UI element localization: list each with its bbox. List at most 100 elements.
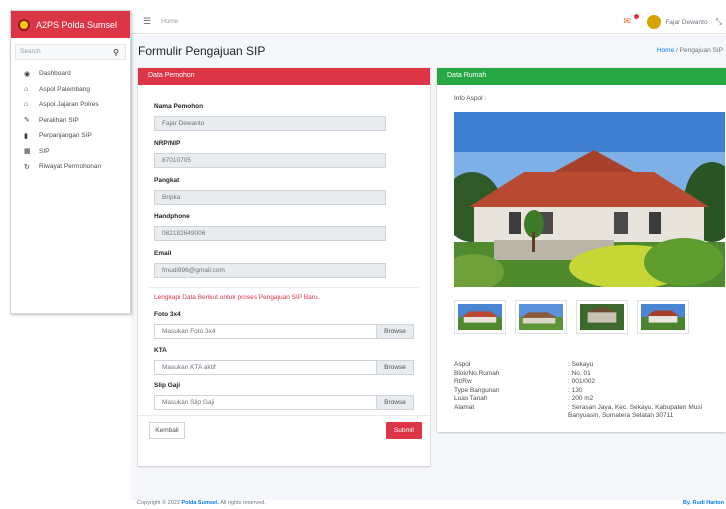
dashboard-icon: ◉ [24, 70, 31, 78]
slip-gaji-upload[interactable]: Masukan Slip Gaji Browse [154, 395, 414, 410]
card-footer-divider [138, 415, 430, 416]
submit-button[interactable]: Submit [386, 422, 422, 439]
sidebar-item-label: Perpanjangan SIP [39, 132, 92, 140]
sidebar-item-label: Aspol Palembang [39, 85, 90, 93]
label-pangkat: Pangkat [154, 177, 180, 184]
house-details: Aspol : Sekayu Blok/No.Rumah : No. 01 Rt… [454, 361, 726, 421]
sidebar-item-riwayat-permohonan[interactable]: ↻ Riwayat Permohonan [11, 159, 130, 175]
sidebar-item-label: Aspol Jajaran Polres [39, 101, 99, 109]
detail-row-blok: Blok/No.Rumah : No. 01 [454, 370, 726, 379]
copyright-prefix: Copyright © 2022 [137, 500, 182, 506]
page-title: Formulir Pengajuan SIP [138, 44, 266, 58]
police-logo-icon [18, 18, 30, 31]
fullscreen-icon[interactable]: ⤡ [716, 17, 722, 27]
thumbnail-1-image [458, 304, 502, 330]
menu-toggle-icon[interactable]: ☰ [143, 16, 151, 27]
detail-row-luas: Luas Tanah : 200 m2 [454, 395, 726, 404]
photo-thumbnails [454, 300, 698, 334]
foto-3x4-browse-button[interactable]: Browse [376, 325, 413, 338]
slip-gaji-browse-button[interactable]: Browse [376, 396, 413, 409]
home-link[interactable]: Home [161, 18, 178, 25]
divider [149, 287, 419, 288]
sidebar-item-aspol-palembang[interactable]: ⌂ Aspol Palembang [11, 82, 130, 98]
kta-input[interactable]: Masukan KTA aktif [155, 361, 376, 374]
sidebar-item-aspol-jajaran-polres[interactable]: ⌂ Aspol Jajaran Polres [11, 97, 130, 113]
detail-key: Type Bangunan [454, 386, 500, 394]
notification-dot [634, 14, 640, 19]
copyright-org-link[interactable]: Polda Sumsel. [181, 500, 219, 506]
sidebar-item-sip[interactable]: ▦ SIP [11, 144, 130, 160]
detail-row-type: Type Bangunan : 130 [454, 387, 726, 396]
detail-key: Blok/No.Rumah [454, 369, 500, 377]
label-nama-pemohon: Nama Pemohon [154, 103, 204, 110]
thumbnail-3[interactable] [576, 300, 628, 334]
data-rumah-card: Data Rumah Info Aspol : Aspol: Sekayu B… [437, 68, 726, 432]
detail-value: : Sekayu [568, 361, 594, 368]
foto-3x4-input[interactable]: Masukan Foto 3x4 [155, 325, 376, 338]
brand[interactable]: A2PS Polda Sumsel [11, 11, 130, 38]
sidebar-search[interactable]: Search ⚲ [15, 44, 126, 60]
slip-gaji-input[interactable]: Masukan Slip Gaji [155, 396, 376, 409]
avatar[interactable] [647, 15, 662, 29]
detail-row-alamat: Alamat : Serasan Jaya, Kec. Sekayu, Kabu… [454, 404, 726, 421]
data-pemohon-card: Data Pemohon Nama Pemohon Fajar Dewanto … [138, 68, 430, 466]
thumbnail-4-image [641, 304, 685, 330]
thumbnail-1[interactable] [454, 300, 506, 334]
upload-instruction: Lengkapi Data Berikut untuk proses Penga… [154, 294, 320, 301]
sidebar-item-label: Dashboard [39, 70, 71, 78]
kta-browse-button[interactable]: Browse [376, 361, 413, 374]
file-icon: ▮ [24, 132, 28, 140]
label-nrp-nip: NRP/NIP [154, 140, 181, 147]
handphone-field[interactable]: 082182649006 [154, 226, 386, 241]
sidebar: A2PS Polda Sumsel Search ⚲ ◉ Dashboard ⌂… [10, 10, 131, 314]
card-header-pemohon: Data Pemohon [138, 68, 430, 85]
search-input[interactable]: Search [16, 45, 107, 59]
back-button[interactable]: Kembali [149, 422, 185, 439]
sidebar-item-label: Peralihan SIP [39, 116, 79, 124]
search-icon[interactable]: ⚲ [107, 45, 125, 59]
breadcrumb-current: Pengajuan SIP [679, 47, 723, 54]
thumbnail-2[interactable] [515, 300, 567, 334]
info-aspol-label: Info Aspol : [454, 95, 487, 102]
page-footer: Copyright © 2022 Polda Sumsel. All right… [131, 500, 726, 506]
house-photo-image [454, 112, 725, 287]
kta-upload[interactable]: Masukan KTA aktif Browse [154, 360, 414, 375]
detail-key: Rt/Rw [454, 378, 472, 385]
copyright-suffix: All rights reserved. [219, 500, 266, 506]
top-navbar: ☰ Home ✉ Fajar Dewanto ⤡ [131, 10, 726, 34]
detail-row-rtrw: Rt/Rw : 001/002 [454, 378, 726, 387]
sidebar-item-dashboard[interactable]: ◉ Dashboard [11, 66, 130, 82]
card-header-rumah: Data Rumah [437, 68, 726, 85]
label-kta: KTA [154, 347, 167, 354]
thumbnail-4[interactable] [637, 300, 689, 334]
sidebar-item-perpanjangan-sip[interactable]: ▮ Perpanjangan SIP [11, 128, 130, 144]
author-byline: By. Rudi Harton [682, 500, 724, 506]
sidebar-item-peralihan-sip[interactable]: ✎ Peralihan SIP [11, 113, 130, 129]
label-foto-3x4: Foto 3x4 [154, 311, 181, 318]
detail-value: : No. 01 [568, 369, 591, 377]
label-slip-gaji: Slip Gaji [154, 382, 181, 389]
email-field[interactable]: fmudi996@gmail.com [154, 263, 386, 278]
label-email: Email [154, 250, 172, 257]
detail-key: Aspol [454, 361, 471, 368]
detail-row-aspol: Aspol : Sekayu [454, 361, 726, 370]
nama-pemohon-field[interactable]: Fajar Dewanto [154, 116, 386, 131]
sidebar-item-label: SIP [39, 147, 50, 155]
user-name[interactable]: Fajar Dewanto [665, 19, 707, 26]
brand-name: A2PS Polda Sumsel [36, 19, 118, 30]
pangkat-field[interactable]: Bripka [154, 190, 386, 205]
foto-3x4-upload[interactable]: Masukan Foto 3x4 Browse [154, 324, 414, 339]
detail-key: Luas Tanah [454, 395, 488, 402]
label-handphone: Handphone [154, 213, 190, 220]
detail-value: : 200 m2 [568, 395, 594, 402]
home-icon: ⌂ [24, 85, 29, 93]
detail-value: : 001/002 [568, 378, 596, 385]
thumbnail-3-image [580, 304, 624, 330]
detail-key: Alamat [454, 403, 475, 411]
notification-bell-icon[interactable]: ✉ [623, 14, 640, 28]
edit-icon: ✎ [24, 117, 30, 125]
nrp-nip-field[interactable]: 87010705 [154, 153, 386, 168]
breadcrumb-home[interactable]: Home [657, 47, 674, 54]
content-wrapper: Formulir Pengajuan SIP Home / Pengajuan … [131, 35, 726, 500]
sidebar-item-label: Riwayat Permohonan [39, 163, 102, 171]
